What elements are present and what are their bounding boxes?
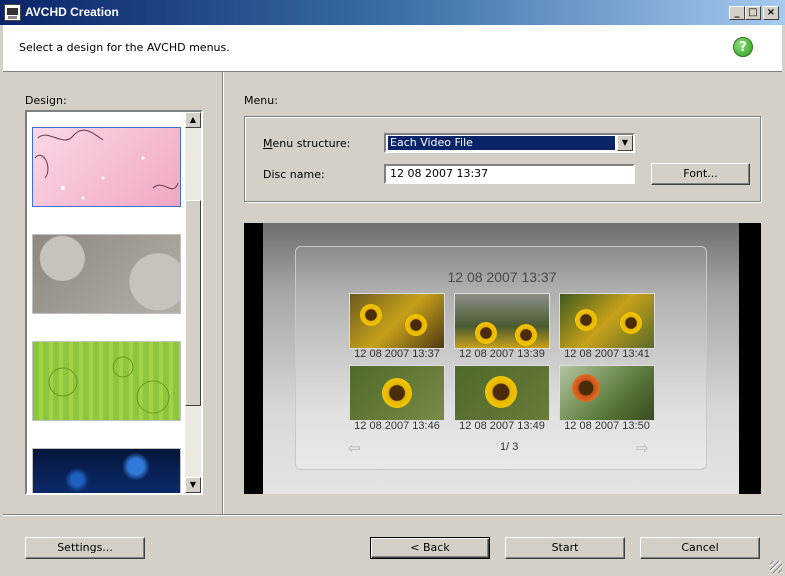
preview-caption: 12 08 2007 13:41 (564, 348, 650, 360)
design-list[interactable]: ▲ ▼ (25, 110, 203, 495)
menu-structure-select[interactable]: Each Video File ▼ (384, 133, 635, 153)
floral-ornament (34, 129, 179, 200)
preview-caption: 12 08 2007 13:50 (564, 420, 650, 432)
preview-thumb (559, 293, 655, 349)
menu-structure-value: Each Video File (388, 136, 615, 150)
preview-caption: 12 08 2007 13:46 (354, 420, 440, 432)
arrow-right-icon: ⇨ (636, 439, 649, 457)
instruction-text: Select a design for the AVCHD menus. (19, 41, 230, 54)
preview-thumb (349, 293, 445, 349)
preview-thumb (349, 365, 445, 421)
design-thumb-blue[interactable] (32, 448, 181, 493)
minimize-button[interactable]: _ (729, 6, 745, 20)
header-band: Select a design for the AVCHD menus. ? (3, 25, 782, 72)
preview-caption: 12 08 2007 13:49 (459, 420, 545, 432)
settings-button[interactable]: Settings... (25, 537, 145, 559)
maximize-button[interactable]: □ (745, 6, 761, 20)
disc-name-input[interactable]: 12 08 2007 13:37 (384, 164, 635, 184)
start-button[interactable]: Start (505, 537, 625, 559)
preview-thumb (559, 365, 655, 421)
preview-thumb (454, 365, 550, 421)
back-button[interactable]: < Back (370, 537, 490, 559)
design-thumb-green[interactable] (32, 341, 181, 421)
menu-groupbox (244, 116, 761, 202)
chevron-down-icon[interactable]: ▼ (617, 135, 633, 151)
scroll-down-icon[interactable]: ▼ (185, 477, 201, 493)
menu-structure-label: Menu structure: (263, 137, 351, 150)
swirl-ornament (48, 356, 170, 414)
window-title: AVCHD Creation (25, 5, 119, 19)
horizontal-divider (3, 514, 782, 516)
design-thumb-pink[interactable] (32, 127, 181, 207)
design-scrollbar[interactable]: ▲ ▼ (185, 112, 201, 493)
vertical-divider (222, 72, 224, 514)
preview-caption: 12 08 2007 13:37 (354, 348, 440, 360)
app-icon (4, 4, 21, 21)
close-button[interactable]: × (763, 6, 779, 20)
scroll-thumb[interactable] (185, 200, 201, 406)
preview-pager: 1/ 3 (500, 441, 519, 453)
design-thumb-gray[interactable] (32, 234, 181, 314)
arrow-left-icon: ⇦ (348, 439, 361, 457)
preview-title: 12 08 2007 13:37 (447, 269, 557, 285)
title-bar: AVCHD Creation _ □ × (0, 0, 785, 25)
preview-thumb (454, 293, 550, 349)
menu-label: Menu: (244, 94, 278, 107)
design-label: Design: (25, 94, 67, 107)
scroll-up-icon[interactable]: ▲ (185, 112, 201, 128)
preview-caption: 12 08 2007 13:39 (459, 348, 545, 360)
font-button[interactable]: Font... (651, 163, 750, 185)
resize-grip-icon[interactable] (770, 561, 782, 573)
menu-preview: 12 08 2007 13:37 12 08 2007 13:37 12 08 … (244, 223, 761, 494)
help-icon[interactable]: ? (733, 37, 753, 57)
disc-name-label: Disc name: (263, 168, 325, 181)
cancel-button[interactable]: Cancel (640, 537, 760, 559)
